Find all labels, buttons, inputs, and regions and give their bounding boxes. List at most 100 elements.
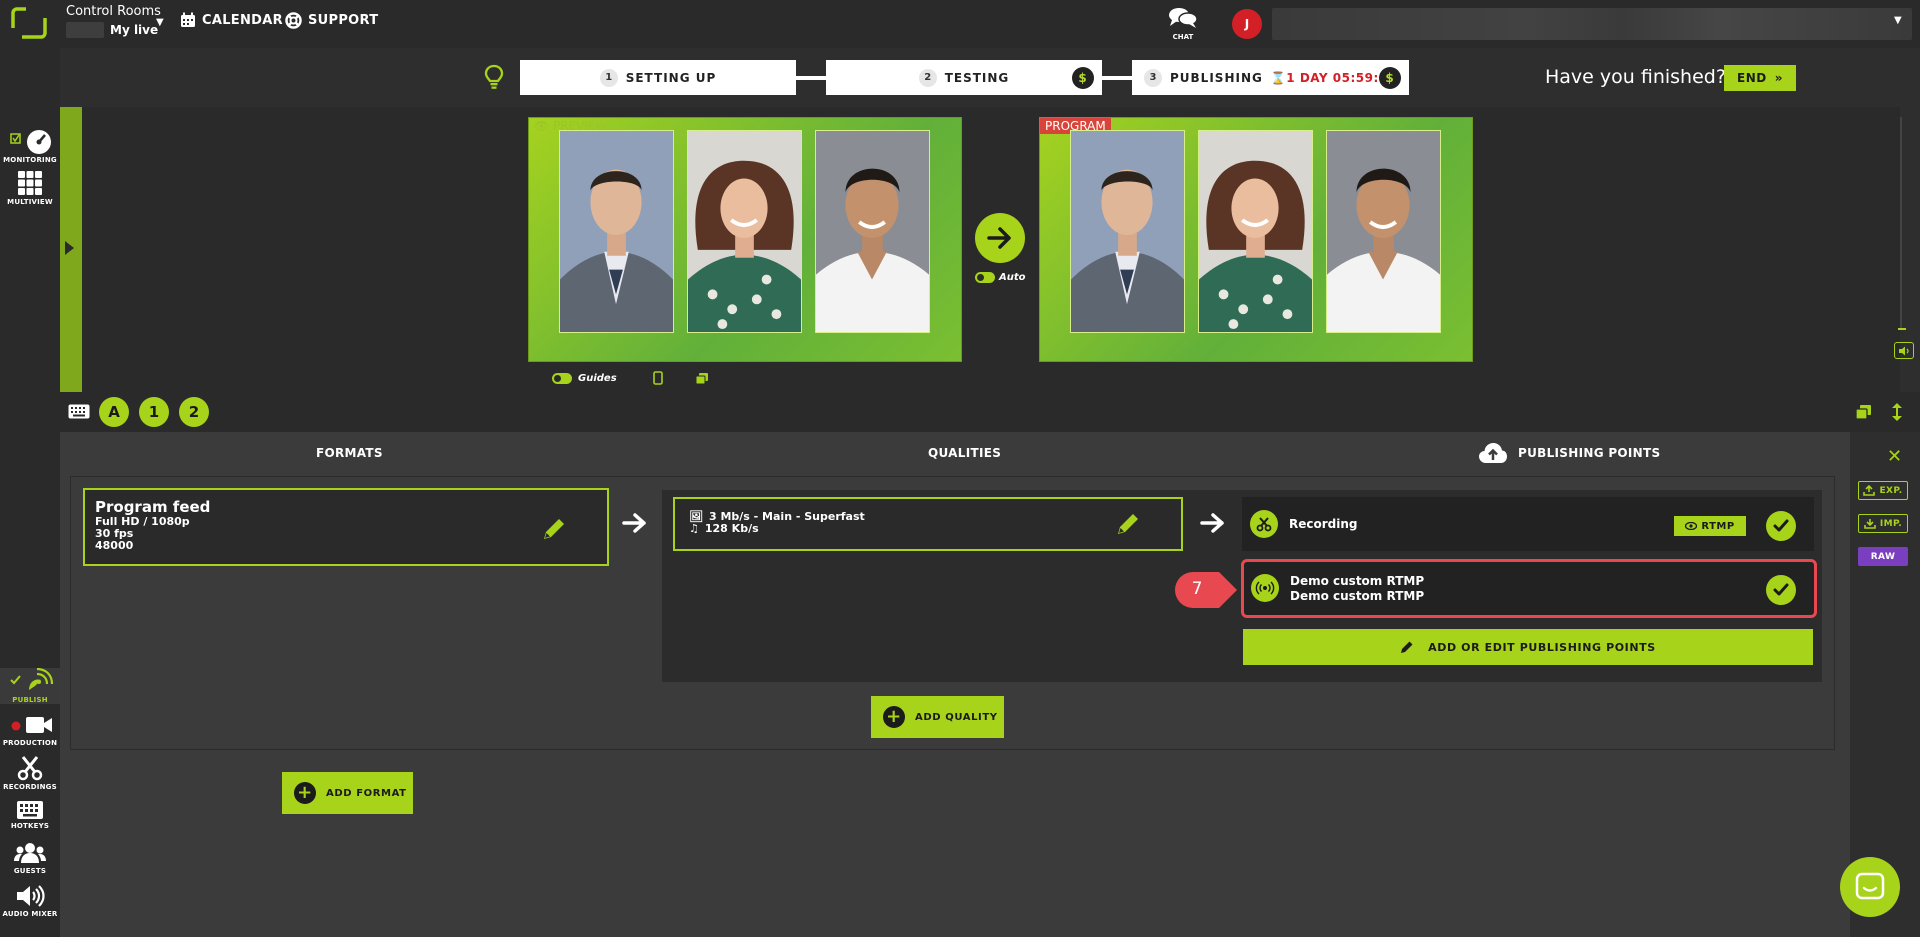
support-button[interactable]: SUPPORT — [285, 12, 378, 29]
volume-level — [1898, 328, 1906, 330]
nav-guests[interactable]: GUESTS — [0, 841, 60, 875]
nav-label: AUDIO MIXER — [2, 910, 58, 918]
panel-toggle[interactable] — [60, 107, 82, 392]
format-card[interactable]: Program feed Full HD / 1080p 30 fps 4800… — [83, 488, 609, 566]
preview-monitor[interactable]: 👁 PREVIEW — [528, 117, 962, 362]
gauge-icon — [10, 130, 51, 154]
nav-label: RECORDINGS — [3, 783, 57, 791]
lightbulb-icon[interactable] — [484, 64, 504, 94]
auto-label: Auto — [999, 272, 1026, 283]
guests-icon — [14, 843, 46, 863]
nav-monitoring[interactable]: MONITORING — [0, 128, 60, 164]
step-label: PUBLISHING — [1170, 70, 1263, 85]
close-icon[interactable]: ✕ — [1887, 446, 1902, 467]
program-monitor[interactable]: PROGRAM — [1039, 117, 1473, 362]
end-button[interactable]: END » — [1724, 65, 1796, 91]
source-1-button[interactable]: 1 — [139, 397, 169, 427]
step-marker: 7 — [1173, 570, 1239, 614]
guest-video-3[interactable] — [1326, 130, 1441, 333]
keyboard-icon[interactable] — [68, 404, 90, 423]
guest-video-3[interactable] — [815, 130, 930, 333]
app-title: Control Rooms — [66, 4, 161, 19]
publishing-point-recording[interactable]: Recording RTMP — [1242, 497, 1814, 551]
nav-recordings[interactable]: RECORDINGS — [0, 755, 60, 791]
plus-icon: + — [883, 706, 905, 728]
chevron-down-icon[interactable]: ▼ — [1894, 15, 1902, 26]
toggle-switch[interactable] — [552, 372, 572, 384]
guest-video-2[interactable] — [1198, 130, 1313, 333]
raw-button[interactable]: RAW — [1858, 547, 1908, 566]
source-a-button[interactable]: A — [99, 397, 129, 427]
check-icon[interactable] — [1766, 511, 1796, 541]
format-audio-rate: 48000 — [95, 539, 134, 552]
resize-vertical-icon[interactable] — [1891, 402, 1903, 426]
live-name: My live — [110, 23, 159, 37]
nav-audio-mixer[interactable]: AUDIO MIXER — [0, 884, 60, 918]
user-menu[interactable] — [1272, 8, 1912, 40]
chat-bubble-icon — [1855, 872, 1885, 900]
format-name: Program feed — [95, 498, 211, 516]
audio-quality: 128 Kb/s — [704, 522, 759, 535]
source-2-button[interactable]: 2 — [179, 397, 209, 427]
nav-label: HOTKEYS — [10, 822, 50, 830]
add-edit-publishing-points-button[interactable]: ADD OR EDIT PUBLISHING POINTS — [1243, 629, 1813, 665]
copy-icon[interactable] — [695, 372, 709, 385]
toggle-switch[interactable] — [975, 272, 995, 283]
user-avatar[interactable]: J — [1232, 9, 1262, 39]
calendar-button[interactable]: CALENDAR — [180, 12, 283, 28]
plus-icon: + — [294, 782, 316, 804]
format-fps: 30 fps — [95, 527, 134, 540]
satellite-icon — [10, 667, 54, 690]
rtmp-button[interactable]: RTMP — [1674, 516, 1746, 536]
music-icon: ♫ — [689, 522, 699, 535]
arrow-right-icon — [1200, 512, 1226, 540]
nav-multiview[interactable]: MULTIVIEW — [0, 170, 60, 206]
step-setting-up[interactable]: 1 SETTING UP — [520, 60, 796, 95]
step-testing[interactable]: 2 TESTING $ — [826, 60, 1102, 95]
step-publishing[interactable]: 3 PUBLISHING ⌛1 DAY 05:59:52 $ — [1132, 60, 1409, 95]
scissors-icon — [1250, 510, 1278, 538]
copy-icon[interactable] — [1855, 404, 1872, 424]
highlight-box — [1241, 559, 1817, 618]
download-icon — [1864, 519, 1876, 529]
app-logo-icon[interactable] — [10, 6, 50, 42]
nav-production[interactable]: PRODUCTION — [0, 713, 60, 747]
pencil-icon[interactable] — [541, 516, 567, 542]
take-arrow-button[interactable] — [975, 213, 1025, 263]
step-label: TESTING — [944, 70, 1010, 85]
auto-toggle[interactable]: Auto — [975, 272, 1026, 283]
eye-icon — [1685, 522, 1698, 530]
quality-card[interactable]: 🖼 3 Mb/s - Main - Superfast ♫ 128 Kb/s — [673, 497, 1183, 551]
guest-video-1[interactable] — [1070, 130, 1185, 333]
export-button[interactable]: EXP. — [1858, 481, 1908, 500]
paid-badge: $ — [1379, 66, 1401, 89]
speaker-icon — [17, 885, 45, 907]
lifebuoy-icon — [285, 12, 302, 29]
play-right-icon — [65, 241, 74, 255]
video-camera-icon — [11, 717, 52, 733]
volume-track[interactable] — [1900, 117, 1902, 329]
live-selector[interactable]: My live — [66, 22, 158, 38]
nav-publish[interactable]: PUBLISH — [0, 667, 60, 704]
nav-hotkeys[interactable]: HOTKEYS — [0, 800, 60, 830]
nav-label: MULTIVIEW — [7, 198, 53, 206]
nav-label: PUBLISH — [12, 696, 48, 704]
scissors-icon — [17, 756, 43, 781]
guest-video-2[interactable] — [687, 130, 802, 333]
double-chevron-right-icon: » — [1774, 71, 1783, 85]
help-chat-button[interactable] — [1840, 857, 1900, 917]
add-quality-button[interactable]: + ADD QUALITY — [871, 696, 1004, 738]
chat-button[interactable]: CHAT — [1166, 6, 1200, 41]
publishing-points-header: PUBLISHING POINTS — [1478, 442, 1660, 464]
volume-button[interactable] — [1894, 342, 1914, 359]
guides-toggle[interactable]: Guides — [552, 371, 709, 385]
add-format-button[interactable]: + ADD FORMAT — [282, 772, 413, 814]
pencil-icon[interactable] — [1115, 511, 1141, 537]
upload-icon — [1863, 485, 1876, 496]
support-label: SUPPORT — [308, 13, 379, 28]
arrow-right-icon — [622, 512, 648, 540]
import-button[interactable]: IMP. — [1858, 514, 1908, 533]
chevron-down-icon[interactable]: ▼ — [156, 17, 164, 28]
mobile-icon[interactable] — [652, 371, 663, 385]
guest-video-1[interactable] — [559, 130, 674, 333]
